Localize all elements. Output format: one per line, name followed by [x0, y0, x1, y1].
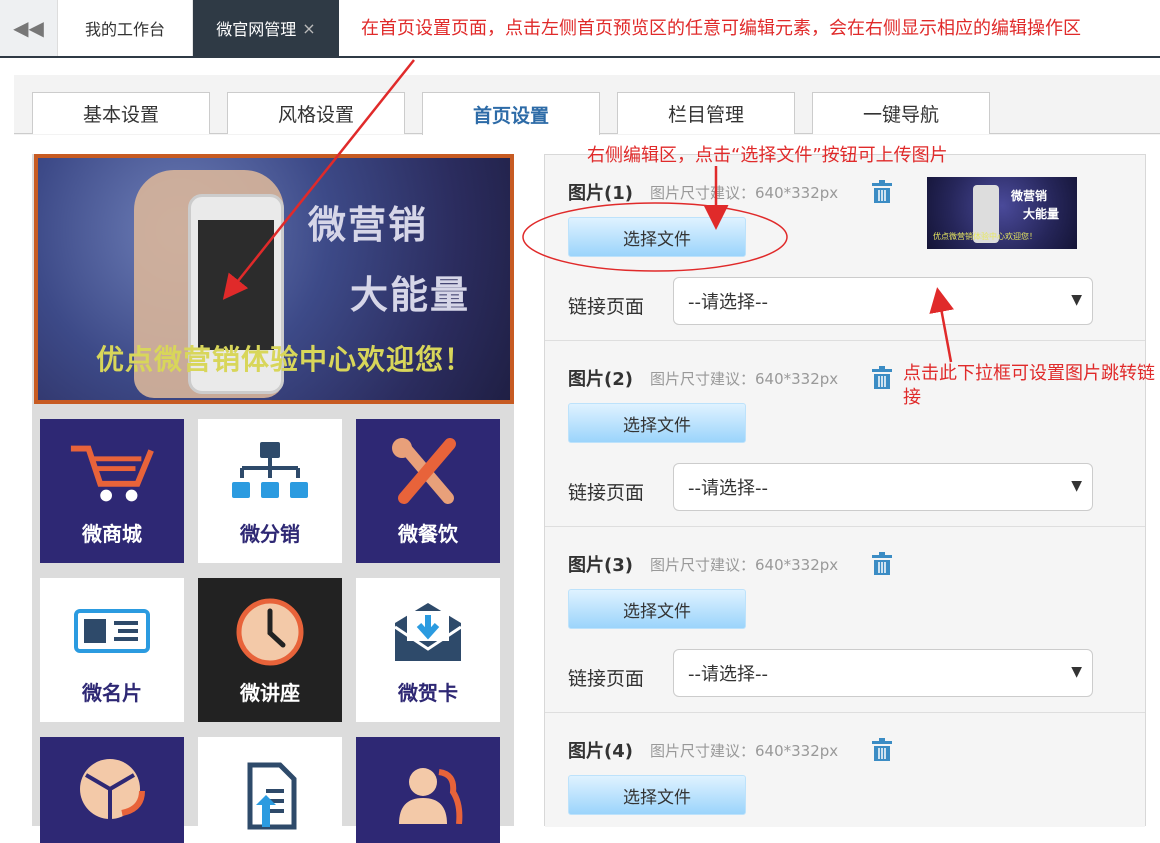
caret-down-icon: ▼ — [1071, 478, 1082, 494]
image-title: 图片(2) — [568, 369, 633, 390]
trash-icon[interactable] — [871, 738, 893, 762]
image-size-hint: 图片尺寸建议：640*332px — [650, 556, 839, 574]
trash-icon[interactable] — [871, 552, 893, 576]
annotation-editor: 右侧编辑区，点击“选择文件”按钮可上传图片 — [587, 145, 948, 166]
tile-document[interactable] — [198, 737, 342, 843]
image-size-hint: 图片尺寸建议：640*332px — [650, 742, 839, 760]
content-area: 微营销 大能量 优点微营销体验中心欢迎您！ 微商城 微分销 微餐饮 微名片 微讲… — [14, 135, 1160, 843]
link-page-label: 链接页面 — [568, 482, 645, 504]
choose-file-button[interactable]: 选择文件 — [568, 403, 746, 443]
button-label: 选择文件 — [623, 229, 691, 250]
globe-icon — [67, 755, 157, 825]
choose-file-button[interactable]: 选择文件 — [568, 589, 746, 629]
image-block-3: 图片(3) 图片尺寸建议：640*332px 选择文件 链接页面 --请选择--… — [545, 527, 1145, 713]
tab-label: 风格设置 — [277, 104, 354, 126]
clock-icon — [225, 597, 315, 667]
tab-workbench[interactable]: 我的工作台 — [58, 0, 193, 56]
link-page-label: 链接页面 — [568, 296, 645, 318]
tab-label: 首页设置 — [472, 104, 549, 127]
trash-icon[interactable] — [871, 180, 893, 204]
link-page-select[interactable]: --请选择-- ▼ — [673, 463, 1093, 511]
select-value: --请选择-- — [688, 664, 768, 685]
tile-label: 微商城 — [82, 522, 142, 546]
banner-title-1: 微营销 — [308, 203, 429, 247]
tile-micro-catering[interactable]: 微餐饮 — [356, 419, 500, 563]
banner-image: 微营销 大能量 优点微营销体验中心欢迎您！ — [38, 158, 510, 400]
tools-icon — [383, 438, 473, 508]
preview-banner[interactable]: 微营销 大能量 优点微营销体验中心欢迎您！ — [34, 154, 514, 404]
page-tabs: 基本设置 风格设置 首页设置 栏目管理 一键导航 — [14, 75, 1160, 135]
tile-micro-mall[interactable]: 微商城 — [40, 419, 184, 563]
image-block-4: 图片(4) 图片尺寸建议：640*332px 选择文件 — [545, 713, 1145, 827]
tile-label: 微分销 — [240, 522, 300, 546]
main-panel: 基本设置 风格设置 首页设置 栏目管理 一键导航 微营销 大能量 优点微营销体验… — [14, 75, 1160, 843]
select-value: --请选择-- — [688, 292, 768, 313]
link-page-select[interactable]: --请选择-- ▼ — [673, 649, 1093, 697]
phone-screen — [198, 220, 274, 350]
tile-micro-card[interactable]: 微名片 — [40, 578, 184, 722]
edit-panel: 图片(1) 图片尺寸建议：640*332px 微营销 大能量 优点微营销体验中心… — [544, 154, 1146, 827]
select-value: --请选择-- — [688, 478, 768, 499]
double-chevron-left-icon: ◀◀ — [13, 16, 44, 40]
banner-subtitle: 优点微营销体验中心欢迎您！ — [96, 343, 474, 376]
image-size-hint: 图片尺寸建议：640*332px — [650, 370, 839, 388]
tile-micro-distribution[interactable]: 微分销 — [198, 419, 342, 563]
shopping-cart-icon — [67, 438, 157, 508]
button-label: 选择文件 — [623, 787, 691, 808]
tile-globe[interactable] — [40, 737, 184, 843]
tile-label: 微名片 — [82, 681, 142, 705]
tab-label: 栏目管理 — [667, 104, 744, 126]
annotation-select: 点击此下拉框可设置图片跳转链接 — [903, 363, 1155, 408]
close-icon[interactable]: × — [302, 19, 315, 38]
annotation-top: 在首页设置页面，点击左侧首页预览区的任意可编辑元素，会在右侧显示相应的编辑操作区 — [361, 18, 1081, 39]
image-title: 图片(1) — [568, 183, 633, 204]
image-title: 图片(3) — [568, 555, 633, 576]
link-page-label: 链接页面 — [568, 668, 645, 690]
image-block-1: 图片(1) 图片尺寸建议：640*332px 微营销 大能量 优点微营销体验中心… — [545, 155, 1145, 341]
org-chart-icon — [225, 438, 315, 508]
tab-column-manage[interactable]: 栏目管理 — [617, 92, 795, 134]
tab-label: 基本设置 — [82, 104, 159, 126]
thumb-subtitle: 优点微营销体验中心欢迎您！ — [933, 232, 1037, 241]
tile-micro-greeting[interactable]: 微贺卡 — [356, 578, 500, 722]
tab-micro-site-label: 微官网管理 — [216, 20, 297, 39]
tab-workbench-label: 我的工作台 — [84, 20, 165, 39]
tab-label: 一键导航 — [862, 104, 939, 126]
tile-label: 微贺卡 — [398, 681, 458, 705]
thumb-title-1: 微营销 — [1011, 189, 1048, 203]
tab-style-settings[interactable]: 风格设置 — [227, 92, 405, 134]
banner-title-2: 大能量 — [350, 273, 471, 317]
back-button[interactable]: ◀◀ — [0, 0, 58, 56]
tile-label: 微餐饮 — [398, 522, 458, 546]
choose-file-button[interactable]: 选择文件 — [568, 217, 746, 257]
thumb-title-2: 大能量 — [1023, 207, 1060, 221]
tile-label: 微讲座 — [240, 681, 300, 705]
link-page-select[interactable]: --请选择-- ▼ — [673, 277, 1093, 325]
id-card-icon — [67, 597, 157, 667]
tile-micro-lecture[interactable]: 微讲座 — [198, 578, 342, 722]
tab-micro-site-manage[interactable]: 微官网管理 × — [193, 0, 339, 56]
tab-basic-settings[interactable]: 基本设置 — [32, 92, 210, 134]
caret-down-icon: ▼ — [1071, 664, 1082, 680]
tile-people[interactable] — [356, 737, 500, 843]
image-thumbnail: 微营销 大能量 优点微营销体验中心欢迎您！ — [927, 177, 1077, 249]
tab-home-settings[interactable]: 首页设置 — [422, 92, 600, 135]
choose-file-button[interactable]: 选择文件 — [568, 775, 746, 815]
button-label: 选择文件 — [623, 601, 691, 622]
button-label: 选择文件 — [623, 415, 691, 436]
image-size-hint: 图片尺寸建议：640*332px — [650, 184, 839, 202]
image-title: 图片(4) — [568, 741, 633, 762]
document-upload-icon — [225, 761, 315, 831]
envelope-icon — [383, 597, 473, 667]
home-preview: 微营销 大能量 优点微营销体验中心欢迎您！ 微商城 微分销 微餐饮 微名片 微讲… — [32, 154, 514, 843]
tab-one-click-nav[interactable]: 一键导航 — [812, 92, 990, 134]
caret-down-icon: ▼ — [1071, 292, 1082, 308]
people-icon — [383, 761, 473, 827]
trash-icon[interactable] — [871, 366, 893, 390]
